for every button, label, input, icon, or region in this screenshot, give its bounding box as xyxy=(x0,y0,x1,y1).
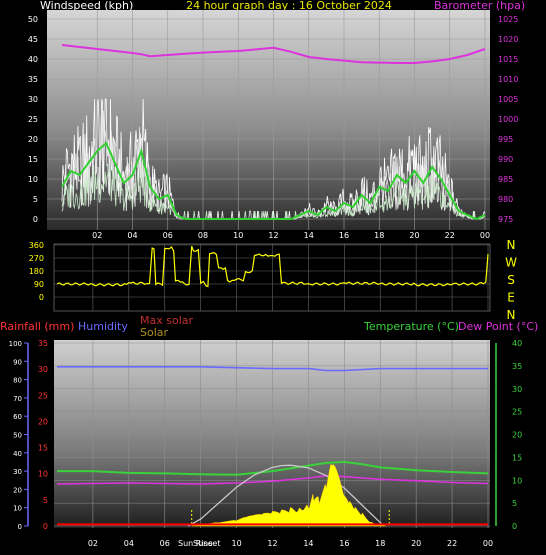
rainfall-tick-label: 10 xyxy=(38,470,48,479)
x-tick-label: 04 xyxy=(127,231,137,240)
y-tick-label: 90 xyxy=(34,280,44,289)
sunset-label: Sunset xyxy=(193,539,220,548)
x-tick-label: 02 xyxy=(88,539,98,548)
x-tick-label: 06 xyxy=(160,539,170,548)
y-tick-label-right: 985 xyxy=(498,175,513,184)
y-tick-label-left: 0 xyxy=(33,215,38,224)
y-tick-label-left: 45 xyxy=(28,35,38,44)
y-tick-label-right: 995 xyxy=(498,135,513,144)
humidity-tick-label: 0 xyxy=(18,523,22,531)
x-tick-label: 22 xyxy=(447,539,457,548)
y-tick-label-right: 1005 xyxy=(498,95,518,104)
temperature-legend: Temperature (°C) xyxy=(363,320,459,333)
x-tick-label: 14 xyxy=(304,231,314,240)
y-tick-label: 270 xyxy=(29,254,44,263)
temperature-tick-label: 30 xyxy=(512,385,522,394)
x-tick-label: 02 xyxy=(92,231,102,240)
x-tick-label: 06 xyxy=(163,231,173,240)
x-tick-label: 16 xyxy=(339,539,349,548)
y-tick-label-left: 35 xyxy=(28,75,38,84)
temperature-tick-label: 40 xyxy=(512,339,522,348)
x-tick-label: 04 xyxy=(124,539,134,548)
rainfall-tick-label: 20 xyxy=(38,417,48,426)
x-tick-label: 00 xyxy=(483,539,493,548)
temperature-tick-label: 35 xyxy=(512,362,522,371)
x-tick-label: 12 xyxy=(267,539,277,548)
y-tick-label-left: 15 xyxy=(28,155,38,164)
humidity-tick-label: 50 xyxy=(13,432,22,440)
weather-graph: Windspeed (kph) 24 hour graph day : 16 O… xyxy=(0,0,538,548)
y-tick-label-right: 975 xyxy=(498,215,513,224)
y-tick-label-right: 1015 xyxy=(498,55,518,64)
x-tick-label: 14 xyxy=(303,539,313,548)
y-tick-label: 0 xyxy=(39,293,44,302)
y-tick-label-left: 30 xyxy=(28,95,38,104)
temperature-tick-label: 25 xyxy=(512,408,522,417)
x-tick-label: 08 xyxy=(198,231,208,240)
humidity-tick-label: 80 xyxy=(13,377,22,385)
x-tick-label: 22 xyxy=(445,231,455,240)
rainfall-tick-label: 15 xyxy=(38,444,48,453)
direction-panel-ticks: 0 90 180 270 360 xyxy=(29,241,44,302)
x-tick-label: 12 xyxy=(268,231,278,240)
humidity-tick-label: 100 xyxy=(9,340,22,348)
rainfall-tick-label: 25 xyxy=(38,391,48,400)
y-tick-label-right: 1010 xyxy=(498,75,518,84)
temperature-tick-label: 15 xyxy=(512,453,522,462)
y-tick-label-left: 10 xyxy=(28,175,38,184)
x-tick-label: 10 xyxy=(231,539,241,548)
humidity-tick-label: 30 xyxy=(13,468,22,476)
rainfall-tick-label: 0 xyxy=(43,522,48,531)
x-tick-label: 18 xyxy=(374,231,384,240)
humidity-tick-label: 70 xyxy=(13,395,22,403)
humidity-tick-label: 90 xyxy=(13,358,22,366)
y-tick-label-left: 40 xyxy=(28,55,38,64)
compass-e: E xyxy=(507,291,515,305)
x-tick-label: 00 xyxy=(480,231,490,240)
y-tick-label-right: 1025 xyxy=(498,15,518,24)
y-tick-label: 360 xyxy=(29,241,44,250)
y-tick-label-left: 25 xyxy=(28,115,38,124)
humidity-legend: Humidity xyxy=(78,320,128,333)
direction-panel-background xyxy=(53,243,491,312)
x-tick-label: 20 xyxy=(409,231,419,240)
compass-labels: NWSEN xyxy=(505,238,517,322)
y-tick-label-right: 980 xyxy=(498,195,513,204)
temperature-tick-label: 5 xyxy=(512,499,517,508)
rainfall-legend: Rainfall (mm) xyxy=(0,320,74,333)
humidity-tick-label: 40 xyxy=(13,450,22,458)
compass-w: W xyxy=(505,256,517,270)
rainfall-tick-label: 30 xyxy=(38,365,48,374)
y-tick-label-right: 1020 xyxy=(498,35,518,44)
y-tick-label-left: 20 xyxy=(28,135,38,144)
solar-legend: Solar xyxy=(140,326,169,339)
compass-n: N xyxy=(507,238,516,252)
dewpoint-legend: Dew Point (°C) xyxy=(458,320,538,333)
rainfall-tick-label: 35 xyxy=(38,339,48,348)
humidity-tick-label: 20 xyxy=(13,486,22,494)
x-tick-label: 16 xyxy=(339,231,349,240)
temperature-tick-label: 20 xyxy=(512,431,522,440)
humidity-tick-label: 10 xyxy=(13,505,22,513)
temperature-tick-label: 0 xyxy=(512,522,517,531)
y-tick-label-right: 990 xyxy=(498,155,513,164)
x-tick-label: 20 xyxy=(411,539,421,548)
y-tick-label-right: 1000 xyxy=(498,115,518,124)
humidity-tick-label: 60 xyxy=(13,413,22,421)
compass-s: S xyxy=(507,273,515,287)
y-tick-label: 180 xyxy=(29,267,44,276)
y-tick-label-left: 50 xyxy=(28,15,38,24)
x-tick-label: 10 xyxy=(233,231,243,240)
temperature-tick-label: 10 xyxy=(512,476,522,485)
y-tick-label-left: 5 xyxy=(33,195,38,204)
rainfall-tick-label: 5 xyxy=(43,496,48,505)
wind-panel-background xyxy=(47,10,490,230)
x-tick-label: 18 xyxy=(375,539,385,548)
